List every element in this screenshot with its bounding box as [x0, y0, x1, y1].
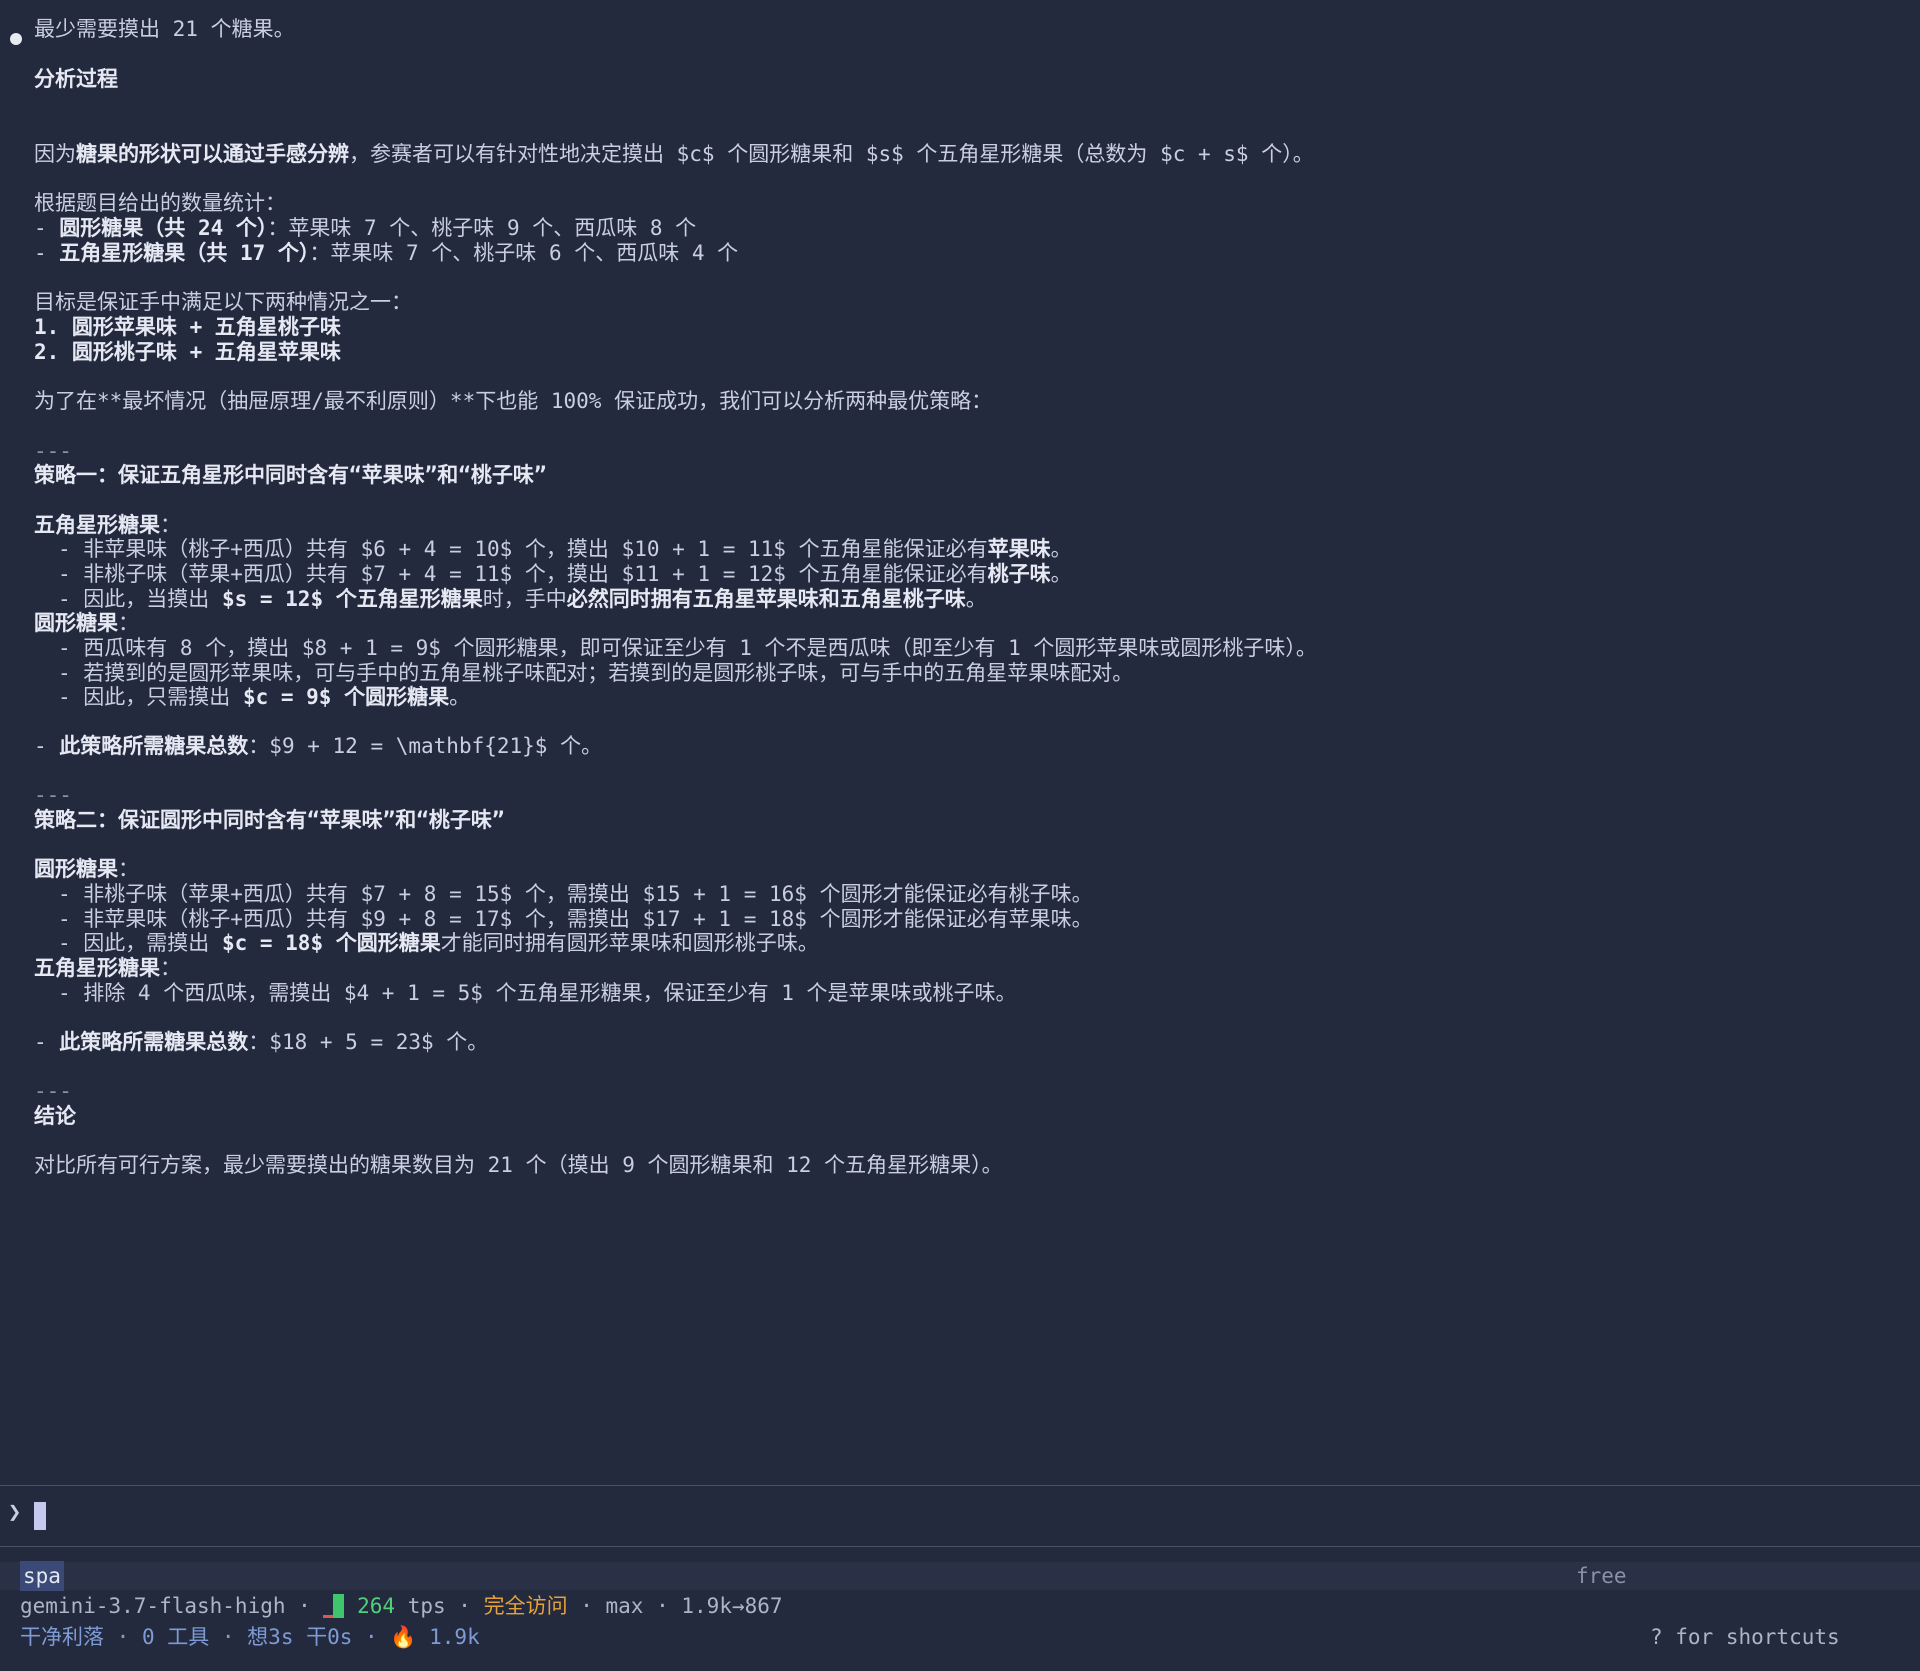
strategy-2-total: - 此策略所需糖果总数：$18 + 5 = 23$ 个。: [34, 1030, 489, 1054]
style-label: 干净利落: [20, 1625, 104, 1649]
tps-value: 264: [357, 1594, 396, 1618]
list-item: 2. 圆形桃子味 + 五角星苹果味: [34, 340, 341, 364]
flame-icon: 🔥: [390, 1625, 417, 1649]
strategy-2-title: 策略二：保证圆形中同时含有“苹果味”和“桃子味”: [34, 808, 505, 832]
flame-value: 1.9k: [429, 1625, 480, 1649]
token-count: 1.9k→867: [681, 1594, 783, 1618]
list-item: - 排除 4 个西瓜味，需摸出 $4 + 1 = 5$ 个五角星形糖果，保证至少…: [58, 981, 1017, 1005]
divider-top: [0, 1485, 1920, 1486]
status-bar: [0, 1562, 1920, 1590]
strategy-1-title: 策略一：保证五角星形中同时含有“苹果味”和“桃子味”: [34, 463, 547, 487]
mode-badge[interactable]: spa: [20, 1561, 64, 1591]
timing: 想3s 干0s: [247, 1625, 353, 1649]
paragraph-line: 因为糖果的形状可以通过手感分辨，参赛者可以有针对性地决定摸出 $c$ 个圆形糖果…: [34, 142, 1314, 166]
model-status-line: gemini-3.7-flash-high · 264 tps · 完全访问 ·…: [20, 1594, 783, 1618]
answer-line: 最少需要摸出 21 个糖果。: [34, 17, 295, 41]
plan-label: free: [1576, 1564, 1627, 1588]
message-bullet-icon: [10, 33, 22, 45]
list-item: - 五角星形糖果（共 17 个）：苹果味 7 个、桃子味 6 个、西瓜味 4 个: [34, 241, 739, 265]
list-item: - 因此，只需摸出 $c = 9$ 个圆形糖果。: [58, 685, 471, 709]
effort-level: max: [605, 1594, 644, 1618]
model-name[interactable]: gemini-3.7-flash-high: [20, 1594, 286, 1618]
speed-bar-green-icon: [333, 1594, 345, 1618]
shortcuts-hint[interactable]: ? for shortcuts: [1650, 1622, 1840, 1652]
heading-analysis: 分析过程: [34, 67, 118, 91]
session-status-line: 干净利落 · 0 工具 · 想3s 干0s · 🔥 1.9k: [20, 1625, 480, 1649]
strategy-1-total: - 此策略所需糖果总数：$9 + 12 = \mathbf{21}$ 个。: [34, 734, 603, 758]
tools-count: 0 工具: [141, 1625, 210, 1649]
divider-bottom: [0, 1546, 1920, 1547]
paragraph-line: 为了在**最坏情况（抽屉原理/最不利原则）**下也能 100% 保证成功，我们可…: [34, 389, 993, 413]
list-item: - 因此，当摸出 $s = 12$ 个五角星形糖果时，手中必然同时拥有五角星苹果…: [58, 587, 987, 611]
transcript: 最少需要摸出 21 个糖果。 分析过程 因为糖果的形状可以通过手感分辨，参赛者可…: [0, 0, 1920, 1480]
conclusion-line: 对比所有可行方案，最少需要摸出的糖果数目为 21 个（摸出 9 个圆形糖果和 1…: [34, 1153, 1003, 1177]
access-mode[interactable]: 完全访问: [484, 1594, 568, 1618]
heading-conclusion: 结论: [34, 1104, 76, 1128]
prompt-caret-icon: ❯: [8, 1500, 22, 1525]
prompt-input[interactable]: [34, 1502, 46, 1530]
speed-bar-red-icon: [323, 1615, 334, 1618]
